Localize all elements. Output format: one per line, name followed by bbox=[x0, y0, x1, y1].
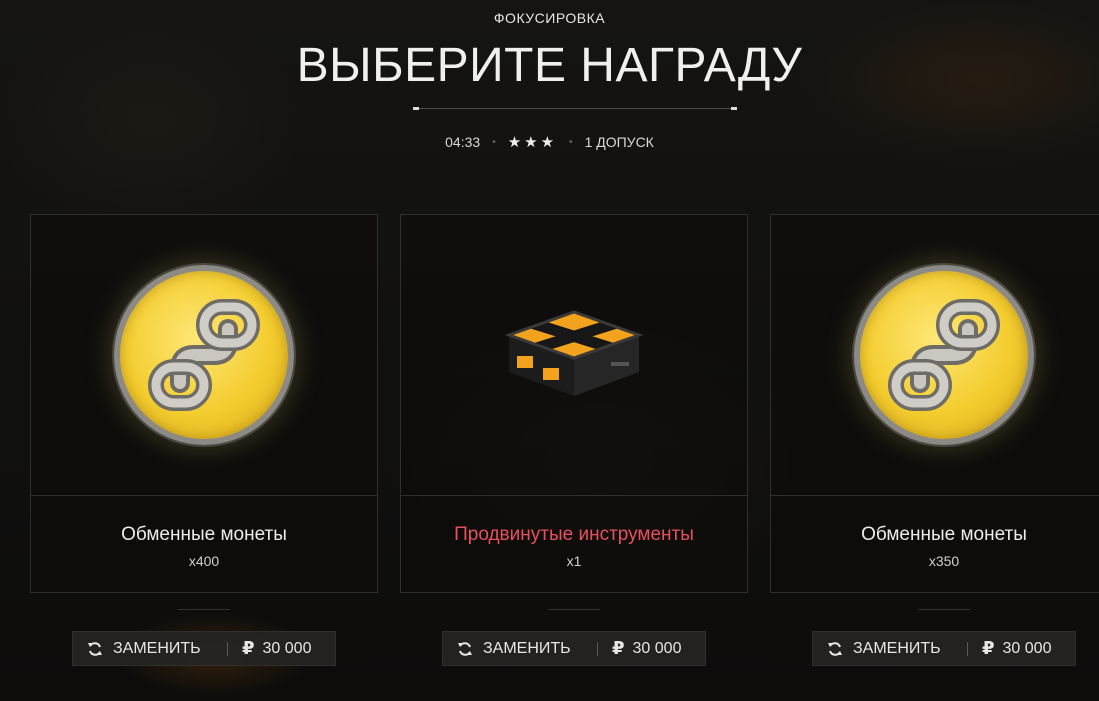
timer: 04:33 bbox=[445, 134, 481, 150]
replace-cost: ₽ 30 000 bbox=[968, 638, 1051, 659]
card-footer-divider bbox=[548, 609, 600, 610]
card-divider bbox=[31, 495, 377, 496]
reward-name: Продвинутые инструменты bbox=[454, 524, 694, 545]
replace-bar-1: ЗАМЕНИТЬ ₽ 30 000 bbox=[72, 631, 336, 666]
card-footer-divider bbox=[918, 609, 970, 610]
star-rating: ★★★ bbox=[507, 134, 558, 151]
card-divider bbox=[401, 495, 747, 496]
replace-button[interactable]: ЗАМЕНИТЬ bbox=[813, 632, 967, 665]
reward-name: Обменные монеты bbox=[861, 524, 1027, 545]
exchange-coin-icon bbox=[114, 265, 294, 445]
replace-bar-2: ЗАМЕНИТЬ ₽ 30 000 bbox=[442, 631, 706, 666]
reward-name: Обменные монеты bbox=[121, 524, 287, 545]
card-divider bbox=[771, 495, 1099, 496]
card-footer-divider bbox=[178, 609, 230, 610]
refresh-icon bbox=[827, 641, 843, 657]
ruble-icon: ₽ bbox=[242, 638, 255, 658]
run-info: 04:33 • ★★★ • 1 ДОПУСК bbox=[0, 133, 1099, 151]
replace-button[interactable]: ЗАМЕНИТЬ bbox=[73, 632, 227, 665]
replace-label: ЗАМЕНИТЬ bbox=[113, 639, 201, 657]
refresh-icon bbox=[87, 641, 103, 657]
reward-quantity: x1 bbox=[566, 553, 582, 569]
replace-cost: ₽ 30 000 bbox=[598, 638, 681, 659]
exchange-coin-icon bbox=[854, 265, 1034, 445]
refresh-icon bbox=[457, 641, 473, 657]
advanced-tools-box-icon bbox=[504, 310, 644, 396]
price-value: 30 000 bbox=[262, 639, 312, 657]
mode-subtitle: ФОКУСИРОВКА bbox=[493, 10, 606, 26]
price-value: 30 000 bbox=[1002, 639, 1052, 657]
price-value: 30 000 bbox=[632, 639, 682, 657]
reward-card-3[interactable]: Обменные монеты x350 bbox=[770, 214, 1099, 593]
replace-button[interactable]: ЗАМЕНИТЬ bbox=[443, 632, 597, 665]
replace-bar-3: ЗАМЕНИТЬ ₽ 30 000 bbox=[812, 631, 1076, 666]
ruble-icon: ₽ bbox=[612, 638, 625, 658]
replace-label: ЗАМЕНИТЬ bbox=[483, 639, 571, 657]
page-title: ВЫБЕРИТЕ НАГРАДУ bbox=[296, 39, 803, 92]
separator-dot: • bbox=[569, 136, 573, 148]
reward-card-2[interactable]: Продвинутые инструменты x1 bbox=[400, 214, 748, 593]
separator-dot: • bbox=[492, 136, 496, 148]
replace-label: ЗАМЕНИТЬ bbox=[853, 639, 941, 657]
reward-card-1[interactable]: Обменные монеты x400 bbox=[30, 214, 378, 593]
replace-cost: ₽ 30 000 bbox=[228, 638, 311, 659]
reward-quantity: x350 bbox=[928, 553, 960, 569]
title-divider bbox=[413, 107, 737, 110]
reward-quantity: x400 bbox=[188, 553, 220, 569]
ruble-icon: ₽ bbox=[982, 638, 995, 658]
ticket-count: 1 ДОПУСК bbox=[584, 134, 654, 150]
